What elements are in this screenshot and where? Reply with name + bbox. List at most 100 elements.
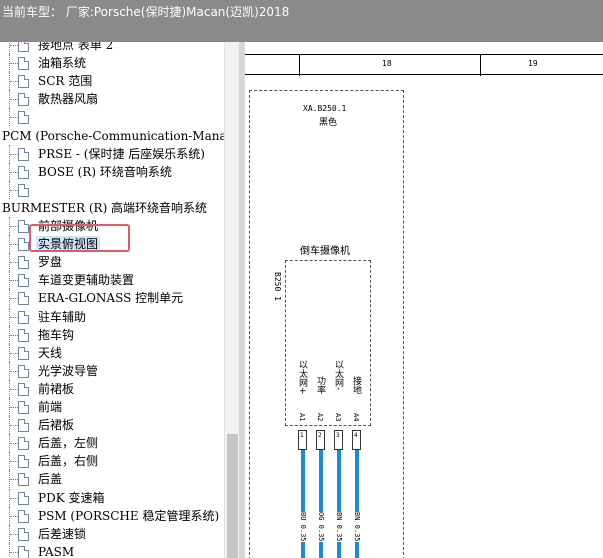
camera-component-box (285, 260, 371, 426)
connector-pin: 4 (352, 430, 361, 450)
document-icon (18, 147, 29, 161)
pin-label: A4 (352, 413, 360, 422)
component-tree[interactable]: 接地点 表单 2 油箱系统 SCR 范围 散热器风扇 PCM (Porsche-Comm… (0, 42, 239, 558)
tree-item[interactable]: 天线 (0, 343, 224, 362)
tree-connector-line (10, 226, 18, 227)
tree-item[interactable]: 罗盘 (0, 253, 224, 272)
tree-connector-line (10, 443, 18, 445)
document-icon (18, 75, 29, 89)
tree-item[interactable]: 前端 (0, 398, 224, 416)
document-icon (18, 310, 29, 324)
tree-connector-line (10, 171, 18, 173)
tree-connector-line (10, 189, 18, 191)
wire-label: OG 0.35 (317, 512, 325, 542)
tree-connector-line (10, 81, 18, 83)
tree-connector-line (9, 42, 10, 54)
tree-item-label: SCR 范围 (38, 74, 93, 89)
tree-connector-line (10, 388, 18, 390)
tree-item-label: 前端 (38, 400, 63, 414)
tree-item[interactable] (0, 180, 224, 199)
tree-item[interactable]: 后裙板 (0, 416, 224, 435)
tree-item[interactable]: BOSE (R) 环绕音响系统 (0, 162, 224, 181)
tree-item[interactable]: ERA-GLONASS 控制单元 (0, 289, 224, 308)
tree-connector-line (10, 45, 18, 46)
tree-connector-line (10, 551, 18, 553)
tree-item[interactable]: 光学波导管 (0, 361, 224, 380)
tree-connector-line (10, 515, 18, 517)
document-icon (18, 364, 29, 378)
tree-item-label: PDK 变速箱 (38, 490, 105, 505)
tree-item-label: 散热器风扇 (38, 92, 99, 107)
document-icon (18, 491, 29, 505)
document-icon (18, 509, 29, 523)
tree-item[interactable]: 后盖，右侧 (0, 452, 224, 471)
tree-connector-line (10, 244, 18, 246)
document-icon (18, 437, 29, 451)
selection-highlight-box (29, 224, 130, 252)
scrollbar-thumb[interactable] (227, 434, 238, 558)
tree-connector-line (10, 497, 18, 499)
pin-label: A2 (316, 413, 324, 422)
tree-item-label: 车道变更辅助装置 (38, 273, 135, 288)
tree-item[interactable]: 车道变更辅助装置 (0, 271, 224, 290)
tree-item[interactable]: 后差速锁 (0, 524, 224, 543)
camera-name: 倒车摄像机 (300, 246, 350, 257)
tree-item-label: BURMESTER (R) 高端环绕音响系统 (2, 200, 208, 215)
tree-item-label: 接地点 表单 2 (38, 42, 114, 52)
tree-item-label: PSM (PORSCHE 稳定管理系统) (38, 508, 220, 523)
pin-number: 4 (354, 432, 358, 439)
wire-label: BU 0.35 (299, 512, 307, 542)
document-icon (18, 93, 29, 107)
tree-connector-line (10, 461, 18, 463)
document-icon (18, 111, 29, 125)
document-icon (18, 545, 29, 558)
tree-connector-line (10, 99, 18, 101)
pin-label: A3 (334, 413, 342, 422)
tree-item-label: 天线 (38, 345, 63, 360)
tree-item-label: 驻车辅助 (38, 309, 87, 324)
document-icon (18, 42, 29, 52)
pin-number: 2 (318, 432, 322, 439)
tree-item[interactable]: 驻车辅助 (0, 307, 224, 326)
tree-item-label: PCM (Porsche-Communication-Manager (2, 128, 224, 143)
tree-connector-line (10, 425, 18, 427)
tree-item[interactable]: PSM (PORSCHE 稳定管理系统) (0, 506, 224, 525)
tree-item-label: 后差速锁 (38, 526, 87, 541)
tree-connector-line (10, 533, 18, 535)
tree-connector-line (10, 262, 18, 264)
tree-item[interactable]: 前裙板 (0, 379, 224, 398)
tree-item-label: 前裙板 (38, 381, 75, 396)
tree-connector-line (10, 298, 18, 300)
wire (319, 450, 323, 558)
tree-group[interactable]: BURMESTER (R) 高端环绕音响系统 (0, 199, 224, 217)
tree-item[interactable]: PDK 变速箱 (0, 488, 224, 507)
tree-item[interactable]: PASM (0, 542, 224, 558)
wire-label: BN 0.35 (335, 512, 343, 542)
pin-label: A1 (298, 413, 306, 422)
document-icon (18, 382, 29, 396)
tree-group[interactable]: PCM (Porsche-Communication-Manager (0, 127, 224, 145)
window-title: 当前车型： 厂家:Porsche(保时捷)Macan(迈凯)2018 (2, 5, 290, 19)
tree-item[interactable]: 后盖 (0, 470, 224, 489)
tree-item-label: 油箱系统 (38, 56, 87, 71)
tree-vertical-scrollbar[interactable] (224, 42, 239, 558)
tree-item-label: 后盖，左侧 (38, 436, 99, 451)
document-icon (18, 183, 29, 197)
document-icon (18, 346, 29, 360)
tree-item[interactable]: 散热器风扇 (0, 90, 224, 109)
tree-item[interactable]: 后盖，左侧 (0, 434, 224, 453)
document-icon (18, 57, 29, 71)
wire-label: BN 0.35 (353, 512, 361, 542)
tree-item[interactable]: SCR 范围 (0, 72, 224, 91)
tree-item-label: 后盖 (38, 472, 63, 487)
tree-item[interactable] (0, 108, 224, 127)
tree-item[interactable]: 拖车钩 (0, 325, 224, 344)
tree-item[interactable]: 油箱系统 (0, 54, 224, 73)
document-icon (18, 455, 29, 469)
tree-item-label: 罗盘 (38, 255, 63, 270)
tree-item[interactable]: 接地点 表单 2 (0, 42, 224, 54)
document-icon (18, 165, 29, 179)
tree-item-label: ERA-GLONASS 控制单元 (38, 291, 184, 306)
tree-item[interactable]: PRSE - (保时捷 后座娱乐系统) (0, 144, 224, 163)
connector-pin: 2 (316, 430, 325, 450)
